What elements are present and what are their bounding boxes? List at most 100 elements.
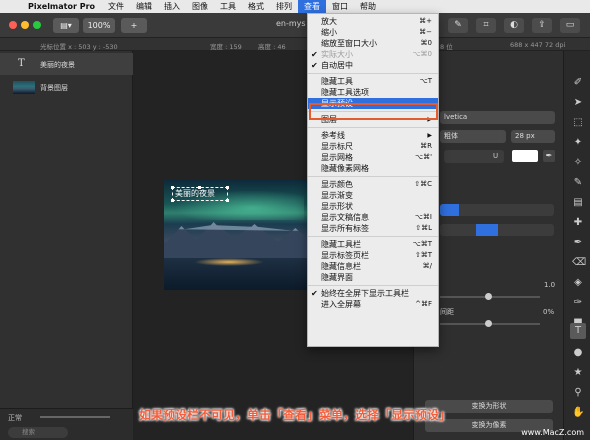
selection-tool-icon[interactable]: ⬚ (572, 117, 584, 129)
view-menu-item[interactable]: 显示渐变 (308, 190, 438, 201)
menu-format[interactable]: 格式 (242, 0, 270, 13)
menu-file[interactable]: 文件 (102, 0, 130, 13)
font-family-select[interactable]: lvetica (440, 111, 555, 124)
menu-window[interactable]: 窗口 (326, 0, 354, 13)
view-menu: 放大 ⌘+ 缩小 ⌘− 缩放至窗口大小 ⌘0 ✔ 实际大小 ⌥⌘0 ✔ 自动居中 隐藏工具 ⌥T 隐藏工具… (307, 13, 439, 347)
zoom-tool-icon[interactable]: ⚲ (572, 387, 584, 399)
underline-icon[interactable]: U (493, 150, 498, 163)
view-menu-item-label: 显示标签页栏 (321, 251, 369, 260)
quick-select-icon[interactable]: ✦ (572, 137, 584, 149)
font-style-select[interactable]: 粗体 (440, 130, 506, 143)
menu-separator (308, 236, 438, 237)
watermark: www.MacZ.com (521, 428, 584, 437)
add-layer-button[interactable]: + (121, 18, 147, 33)
close-window-button[interactable] (9, 21, 17, 29)
zoom-select[interactable]: 100% (83, 18, 115, 33)
view-menu-item[interactable]: 放大 ⌘+ (308, 16, 438, 27)
view-menu-item[interactable]: 显示文稿信息 ⌥⌘I (308, 212, 438, 223)
arrange-tool-icon[interactable]: ➤ (572, 97, 584, 109)
clone-icon[interactable]: ⌫ (572, 257, 586, 269)
view-menu-item-shortcut: ⌥⌘' (415, 153, 432, 161)
view-menu-item-shortcut: ⌘/ (422, 262, 432, 270)
view-menu-item[interactable]: 隐藏信息栏 ⌘/ (308, 261, 438, 272)
text-layer-on-canvas[interactable]: 美丽的夜景 (172, 187, 228, 201)
view-menu-item-shortcut: ⌘R (420, 142, 432, 150)
resize-handle[interactable] (171, 199, 174, 202)
menu-edit[interactable]: 编辑 (130, 0, 158, 13)
color-adjust-icon[interactable]: ● (572, 347, 584, 359)
menu-image[interactable]: 图像 (186, 0, 214, 13)
view-menu-item-shortcut: ⌥⌘0 (412, 50, 432, 58)
view-menu-item[interactable]: 隐藏像素网格 (308, 163, 438, 174)
layer-background[interactable]: 背景图层 (0, 76, 133, 98)
menu-help[interactable]: 帮助 (354, 0, 382, 13)
effects-icon[interactable]: ★ (572, 367, 584, 379)
resize-handle[interactable] (198, 186, 201, 189)
fill-icon[interactable]: ◈ (572, 277, 584, 289)
retouch-icon[interactable]: ✚ (572, 217, 584, 229)
view-menu-item[interactable]: 缩小 ⌘− (308, 27, 438, 38)
menu-insert[interactable]: 插入 (158, 0, 186, 13)
resize-handle[interactable] (226, 199, 229, 202)
view-menu-item[interactable]: 隐藏工具选项 (308, 87, 438, 98)
view-menu-item[interactable]: 显示标尺 ⌘R (308, 141, 438, 152)
layer-text[interactable]: T 美丽的夜景 (0, 53, 133, 75)
style-tool-icon[interactable]: ✐ (572, 77, 584, 89)
paint-brush-icon[interactable]: ✎ (572, 177, 584, 189)
view-menu-item[interactable]: 显示所有标签 ⇧⌘L (308, 223, 438, 234)
view-menu-item[interactable]: 显示颜色 ⇧⌘C (308, 179, 438, 190)
eyedropper-icon[interactable]: ✒ (543, 150, 555, 162)
layer-label: 美丽的夜景 (40, 61, 75, 69)
view-menu-item[interactable]: 进入全屏幕 ^⌘F (308, 299, 438, 310)
text-color-well[interactable] (512, 150, 538, 162)
tools-strip: ✐ ➤ ⬚ ✦ ✧ ✎ ▤ ✚ ✒ ⌫ ◈ ✑ ■ T ● ★ ⚲ ✋ (563, 51, 590, 440)
view-menu-item-label: 显示网格 (321, 153, 353, 162)
view-menu-item-label: 隐藏工具栏 (321, 240, 361, 249)
menu-separator (308, 73, 438, 74)
view-menu-item-label: 缩放至窗口大小 (321, 39, 377, 48)
minimize-window-button[interactable] (21, 21, 29, 29)
view-menu-item[interactable]: 显示标签页栏 ⇧⌘T (308, 250, 438, 261)
view-menu-item[interactable]: 隐藏工具栏 ⌥⌘T (308, 239, 438, 250)
view-menu-item-shortcut: ⇧⌘T (414, 251, 432, 259)
resize-handle[interactable] (226, 186, 229, 189)
view-menu-item-shortcut: ^⌘F (415, 300, 432, 308)
pen-icon[interactable]: ✒ (572, 237, 584, 249)
share-icon[interactable]: ⇪ (532, 18, 552, 33)
align-middle-button[interactable] (476, 224, 498, 236)
style-icon[interactable]: ✎ (448, 18, 468, 33)
checkmark-icon: ✔ (311, 289, 318, 298)
export-icon[interactable]: ▭ (560, 18, 580, 33)
adjust-icon[interactable]: ◐ (504, 18, 524, 33)
view-menu-item-label: 自动居中 (321, 61, 353, 70)
view-menu-item[interactable]: 隐藏界面 (308, 272, 438, 283)
view-menu-item[interactable]: 显示网格 ⌥⌘' (308, 152, 438, 163)
text-style-buttons[interactable]: U (444, 150, 504, 163)
view-menu-item[interactable]: ✔ 始终在全屏下显示工具栏 (308, 288, 438, 299)
view-menu-item-label: 始终在全屏下显示工具栏 (321, 289, 409, 298)
align-left-button[interactable] (440, 204, 459, 216)
sidebar-toggle-button[interactable]: ▤▾ (53, 18, 79, 33)
font-size-field[interactable]: 28 px (511, 130, 555, 143)
view-menu-item[interactable]: 缩放至窗口大小 ⌘0 (308, 38, 438, 49)
pen-tool-icon[interactable]: ✑ (572, 297, 584, 309)
layer-label: 背景图层 (40, 84, 68, 92)
menu-tools[interactable]: 工具 (214, 0, 242, 13)
menu-view[interactable]: 查看 (298, 0, 327, 13)
crop-icon[interactable]: ⌗ (476, 18, 496, 33)
type-tool-icon[interactable]: T (570, 323, 586, 339)
zoom-window-button[interactable] (33, 21, 41, 29)
resize-handle[interactable] (171, 186, 174, 189)
view-menu-item[interactable]: 参考线 ▶ (308, 130, 438, 141)
slider-knob[interactable] (485, 293, 492, 300)
view-menu-item[interactable]: ✔ 自动居中 (308, 60, 438, 71)
menu-arrange[interactable]: 排列 (270, 0, 298, 13)
view-menu-item[interactable]: 隐藏工具 ⌥T (308, 76, 438, 87)
gradient-icon[interactable]: ▤ (572, 197, 584, 209)
slider-knob[interactable] (485, 320, 492, 327)
screen: { "menubar": { "app_name": "Pixelmator P… (0, 0, 590, 440)
menu-bar: Pixelmator Pro 文件 编辑 插入 图像 工具 格式 排列 查看 窗… (0, 0, 590, 13)
view-menu-item[interactable]: 显示形状 (308, 201, 438, 212)
magic-wand-icon[interactable]: ✧ (572, 157, 584, 169)
app-menu[interactable]: Pixelmator Pro (22, 2, 102, 11)
